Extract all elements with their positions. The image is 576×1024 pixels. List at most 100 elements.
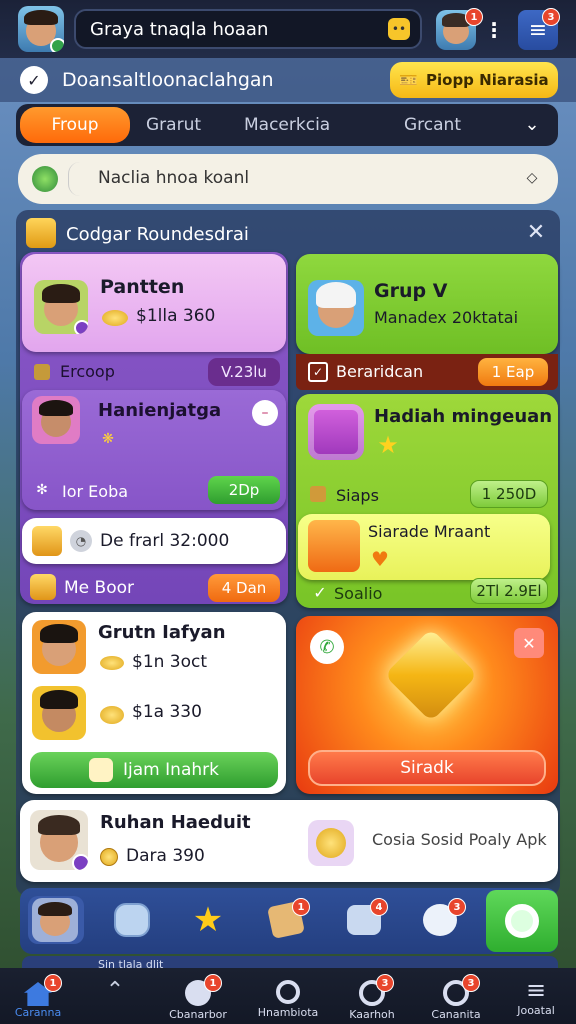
friend-notification-badge: 1 bbox=[465, 8, 483, 26]
group-name: Grup V bbox=[374, 280, 448, 302]
join-button[interactable]: Ijam Inahrk bbox=[30, 752, 278, 788]
player-avatar bbox=[308, 280, 364, 336]
nav-up[interactable]: ⌃ bbox=[82, 972, 148, 1024]
player-avatar bbox=[32, 686, 86, 740]
tab-macerkcia[interactable]: Macerkcia bbox=[244, 115, 330, 135]
tab-froup[interactable]: Froup bbox=[20, 107, 130, 143]
right-top-card[interactable]: Grup V Manadex 20ktatai bbox=[296, 254, 558, 354]
coin-icon bbox=[100, 656, 124, 670]
group-value: Manadex 20ktatai bbox=[374, 308, 519, 327]
nav-label: Cbanarbor bbox=[169, 1008, 227, 1021]
basket-icon bbox=[310, 486, 326, 502]
profile-avatar[interactable] bbox=[18, 6, 64, 52]
claim-button[interactable]: Siradk bbox=[308, 750, 546, 786]
ticket-icon bbox=[89, 758, 114, 782]
player-list-card: Grutn Iafyan $1n 3oct $1a 330 Ijam Inahr… bbox=[22, 612, 286, 794]
player-card-pantten[interactable]: Pantten $1lla 360 bbox=[22, 254, 286, 352]
close-icon[interactable]: ✕ bbox=[514, 628, 544, 658]
row-label: Me Boor bbox=[64, 578, 134, 598]
search-icon bbox=[276, 980, 300, 1004]
star-icon: ★ bbox=[377, 431, 399, 459]
checklist-icon: ✓ bbox=[20, 66, 48, 94]
nav-home[interactable]: Caranna 1 bbox=[0, 972, 76, 1024]
quick-badge: 4 bbox=[370, 898, 388, 916]
flower-icon: ✻ bbox=[36, 482, 48, 498]
quick-avatar-button[interactable] bbox=[28, 896, 84, 944]
promo-button[interactable]: 🎫 Piopp Niarasia bbox=[390, 62, 558, 98]
close-icon[interactable]: ✕ bbox=[524, 220, 548, 245]
basket-icon bbox=[30, 574, 56, 600]
more-options-icon[interactable]: · · · bbox=[488, 14, 500, 46]
nav-cananita[interactable]: Cananita 3 bbox=[416, 972, 496, 1024]
diamond-icon[interactable]: ◇ bbox=[522, 168, 542, 188]
offer-text: De frarl 32:000 bbox=[100, 531, 230, 551]
row-badge[interactable]: 2Dp bbox=[208, 476, 280, 504]
player-name: Hanienjatga bbox=[98, 400, 222, 421]
top-bar: Graya tnaqla hoaan •• 1 · · · ≡ 3 bbox=[0, 0, 576, 58]
nav-cbanarbor[interactable]: Cbanarbor 1 bbox=[158, 972, 238, 1024]
row-badge[interactable]: 4 Dan bbox=[208, 574, 280, 602]
camera-icon bbox=[308, 404, 364, 460]
row-label: Ior Eoba bbox=[62, 482, 129, 501]
promo-button-label: Piopp Niarasia bbox=[426, 71, 549, 89]
row-badge[interactable]: V.23lu bbox=[208, 358, 280, 386]
search-input[interactable]: Graya tnaqla hoaan •• bbox=[74, 9, 422, 49]
quick-badge: 1 bbox=[292, 898, 310, 916]
nav-kaarhoh[interactable]: Kaarhoh 3 bbox=[332, 972, 412, 1024]
sticker-icon bbox=[308, 520, 360, 572]
heart-icon: ♥ bbox=[371, 547, 389, 571]
player-name: Grutn Iafyan bbox=[98, 622, 226, 643]
menu-icon: ≡ bbox=[525, 976, 547, 1004]
offer-card[interactable]: ◔ De frarl 32:000 bbox=[22, 518, 286, 564]
row-badge[interactable]: 1 Eap bbox=[478, 358, 548, 386]
search-button[interactable] bbox=[486, 890, 558, 952]
ticket-icon: 🎫 bbox=[399, 71, 418, 89]
row-label: Soalio bbox=[334, 584, 383, 603]
player-value: $1a 330 bbox=[132, 702, 202, 722]
player-card-ruhan[interactable]: Ruhan Haeduit Dara 390 Cosia Sosid Poaly… bbox=[20, 800, 558, 882]
timer-icon: ◔ bbox=[70, 530, 92, 552]
filter-bar[interactable]: Naclia hnoa koanl ◇ bbox=[18, 154, 558, 204]
player-card-hanienjatga[interactable]: Hanienjatga ❋ – ✻ Ior Eoba 2Dp bbox=[22, 390, 286, 510]
row-label: Siaps bbox=[336, 486, 379, 505]
nav-badge: 3 bbox=[376, 974, 394, 992]
checkbox-icon[interactable]: ✓ bbox=[308, 362, 328, 382]
nav-badge: 1 bbox=[204, 974, 222, 992]
sub-header: ✓ Doansaltloonaclahgan 🎫 Piopp Niarasia bbox=[0, 58, 576, 102]
tab-grcant[interactable]: Grcant bbox=[404, 115, 461, 135]
player-name: Ruhan Haeduit bbox=[100, 812, 251, 833]
player-avatar bbox=[32, 620, 86, 674]
star-face-icon[interactable]: ★ bbox=[180, 896, 236, 944]
nav-label: Caranna bbox=[14, 1006, 62, 1019]
phone-icon[interactable]: ✆ bbox=[310, 630, 344, 664]
player-avatar bbox=[32, 396, 80, 444]
minus-icon[interactable]: – bbox=[252, 400, 278, 426]
nav-label: Kaarhoh bbox=[349, 1008, 395, 1021]
nav-hnambiota[interactable]: Hnambiota bbox=[248, 972, 328, 1024]
pet-icon: ❋ bbox=[102, 431, 114, 447]
nav-label: Jooatal bbox=[517, 1004, 555, 1017]
nav-badge: 1 bbox=[44, 974, 62, 992]
check-icon: ✓ bbox=[313, 582, 327, 602]
quick-badge: 3 bbox=[448, 898, 466, 916]
left-row-3: Me Boor 4 Dan bbox=[22, 570, 286, 604]
row-badge[interactable]: 2Tl 2.9El bbox=[470, 578, 548, 604]
search-text: Graya tnaqla hoaan bbox=[90, 18, 269, 40]
coin-icon bbox=[100, 706, 124, 724]
tab-grarut[interactable]: Grarut bbox=[146, 115, 201, 135]
row-badge[interactable]: 1 250D bbox=[470, 480, 548, 508]
coin-icon bbox=[100, 848, 118, 866]
nav-label: Cananita bbox=[431, 1008, 481, 1021]
right-row-3: ✓ Soalio 2Tl 2.9El bbox=[296, 578, 558, 608]
gift-name: Hadiah mingeuan bbox=[374, 406, 553, 427]
filter-text: Naclia hnoa koanl bbox=[98, 168, 250, 188]
robot-icon[interactable] bbox=[104, 896, 160, 944]
emoji-icon[interactable]: •• bbox=[388, 18, 410, 40]
nav-jooatal[interactable]: ≡ Jooatal bbox=[496, 972, 576, 1024]
online-status-icon bbox=[50, 38, 64, 52]
player-value: $1lla 360 bbox=[136, 306, 216, 326]
reward-card[interactable]: Siarade Mraant ♥ bbox=[298, 514, 550, 580]
chevron-down-icon[interactable]: ⌄ bbox=[520, 112, 544, 136]
prize-card[interactable]: ✆ ✕ Siradk bbox=[296, 616, 558, 794]
coin-icon bbox=[102, 310, 128, 326]
